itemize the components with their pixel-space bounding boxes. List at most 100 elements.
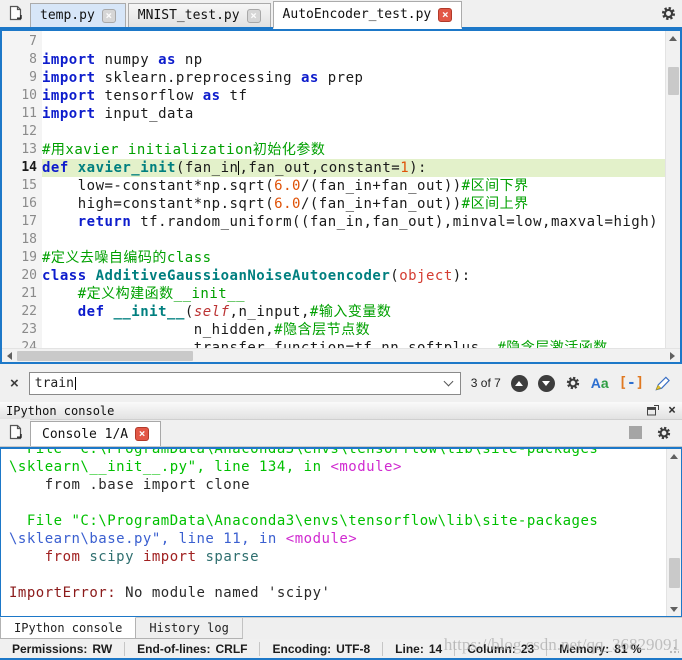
line-number: 19 (2, 249, 37, 267)
chevron-down-icon[interactable] (443, 377, 453, 387)
line-number: 15 (2, 177, 37, 195)
console-panel-header: IPython console × (0, 402, 682, 420)
console-options-button[interactable] (656, 425, 672, 441)
code-line: return tf.random_uniform((fan_in,fan_out… (42, 213, 665, 231)
undock-panel-button[interactable] (647, 405, 659, 416)
browse-tabs-button[interactable] (0, 0, 30, 27)
scroll-up-icon[interactable] (666, 31, 681, 45)
status-encoding: Encoding:UTF-8 (259, 642, 382, 656)
browse-consoles-button[interactable] (0, 419, 30, 446)
status-bar: Permissions:RW End-of-lines:CRLF Encodin… (0, 639, 682, 658)
code-line: high=constant*np.sqrt(6.0/(fan_in+fan_ou… (42, 195, 665, 213)
bottom-panel-tabs: IPython console History log (0, 617, 682, 639)
match-case-toggle[interactable]: Aa (591, 375, 609, 391)
status-permissions: Permissions:RW (0, 642, 124, 656)
code-line: #定义构建函数__init__ (42, 285, 665, 303)
tab-label: Console 1/A (42, 427, 128, 442)
gear-icon (656, 425, 672, 441)
arrow-down-icon (542, 381, 550, 386)
find-next-button[interactable] (538, 375, 555, 392)
code-line: n_hidden,#隐含层节点数 (42, 321, 665, 339)
tab-temp-py[interactable]: temp.py × (30, 3, 126, 27)
gear-icon (565, 375, 581, 391)
line-number-gutter: 789101112131415161718192021222324 (2, 31, 42, 348)
undock-icon (647, 405, 659, 416)
search-result-count: 3 of 7 (471, 376, 501, 390)
tab-ipython-console[interactable]: IPython console (0, 617, 136, 639)
console-vertical-scrollbar[interactable] (666, 449, 681, 616)
file-page-icon (7, 5, 24, 22)
scroll-left-icon[interactable] (2, 349, 17, 363)
line-number: 7 (2, 33, 37, 51)
whole-words-toggle[interactable]: [-] (619, 375, 644, 391)
line-number: 21 (2, 285, 37, 303)
search-input[interactable]: train (29, 372, 461, 395)
scrollbar-thumb[interactable] (668, 67, 679, 95)
code-line: transfer_function=tf.nn.softplus, #隐含层激活… (42, 339, 665, 348)
line-number: 10 (2, 87, 37, 105)
search-options-button[interactable] (565, 375, 581, 391)
status-memory: Memory:81 % (546, 642, 653, 656)
text-caret (75, 377, 76, 390)
close-tab-icon[interactable]: × (247, 9, 261, 23)
code-line: import sklearn.preprocessing as prep (42, 69, 665, 87)
status-column: Column:23 (454, 642, 546, 656)
arrow-up-icon (515, 381, 523, 386)
interrupt-kernel-button[interactable] (629, 426, 642, 439)
console-line: \sklearn\base.py", line 11, in <module> (9, 530, 666, 548)
console-line (9, 566, 666, 584)
spyder-window: temp.py × MNIST_test.py × AutoEncoder_te… (0, 0, 682, 660)
panel-title: IPython console (6, 404, 114, 418)
tab-label: AutoEncoder_test.py (283, 7, 432, 22)
tab-history-log[interactable]: History log (136, 618, 242, 639)
line-number: 16 (2, 195, 37, 213)
highlight-matches-toggle[interactable] (654, 375, 671, 392)
tab-label: MNIST_test.py (138, 8, 240, 23)
line-number: 8 (2, 51, 37, 69)
line-number: 12 (2, 123, 37, 141)
scrollbar-thumb[interactable] (17, 351, 193, 361)
scroll-right-icon[interactable] (665, 349, 680, 363)
close-panel-icon[interactable]: × (668, 404, 676, 417)
close-search-icon[interactable]: × (10, 376, 19, 391)
scroll-up-icon[interactable] (667, 449, 682, 463)
editor-options-button[interactable] (654, 0, 682, 27)
close-tab-icon[interactable]: × (102, 9, 116, 23)
code-editor-panel: 789101112131415161718192021222324 import… (0, 29, 682, 364)
line-number: 18 (2, 231, 37, 249)
code-area[interactable]: import numpy as npimport sklearn.preproc… (42, 31, 665, 348)
editor-vertical-scrollbar[interactable] (665, 31, 680, 348)
tab-console-1a[interactable]: Console 1/A × (30, 421, 161, 446)
status-eol: End-of-lines:CRLF (124, 642, 259, 656)
tab-mnist-test-py[interactable]: MNIST_test.py × (128, 3, 271, 27)
line-number: 14 (2, 159, 37, 177)
code-line (42, 231, 665, 249)
file-page-icon (7, 424, 24, 441)
code-line: def __init__(self,n_input,#输入变量数 (42, 303, 665, 321)
code-line: #定义去噪自编码的class (42, 249, 665, 267)
console-output[interactable]: File "C:\ProgramData\Anaconda3\envs\tens… (0, 447, 682, 617)
console-line: File "C:\ProgramData\Anaconda3\envs\tens… (9, 449, 666, 458)
console-text: File "C:\ProgramData\Anaconda3\envs\tens… (1, 449, 666, 616)
line-number: 9 (2, 69, 37, 87)
close-console-icon[interactable]: × (135, 427, 149, 441)
tab-autoencoder-test-py[interactable]: AutoEncoder_test.py × (273, 1, 463, 29)
console-line (9, 494, 666, 512)
console-tab-bar: Console 1/A × (0, 420, 682, 447)
highlighter-pen-icon (654, 375, 671, 392)
code-line: low=-constant*np.sqrt(6.0/(fan_in+fan_ou… (42, 177, 665, 195)
resize-grip[interactable] (669, 644, 679, 654)
line-number: 13 (2, 141, 37, 159)
code-line: import input_data (42, 105, 665, 123)
find-previous-button[interactable] (511, 375, 528, 392)
scroll-down-icon[interactable] (667, 602, 682, 616)
scrollbar-thumb[interactable] (669, 558, 680, 588)
code-line (42, 123, 665, 141)
editor-horizontal-scrollbar[interactable] (2, 348, 680, 362)
line-number: 20 (2, 267, 37, 285)
console-line: File "C:\ProgramData\Anaconda3\envs\tens… (9, 512, 666, 530)
close-tab-icon[interactable]: × (438, 8, 452, 22)
code-line: import tensorflow as tf (42, 87, 665, 105)
line-number: 23 (2, 321, 37, 339)
line-number: 11 (2, 105, 37, 123)
